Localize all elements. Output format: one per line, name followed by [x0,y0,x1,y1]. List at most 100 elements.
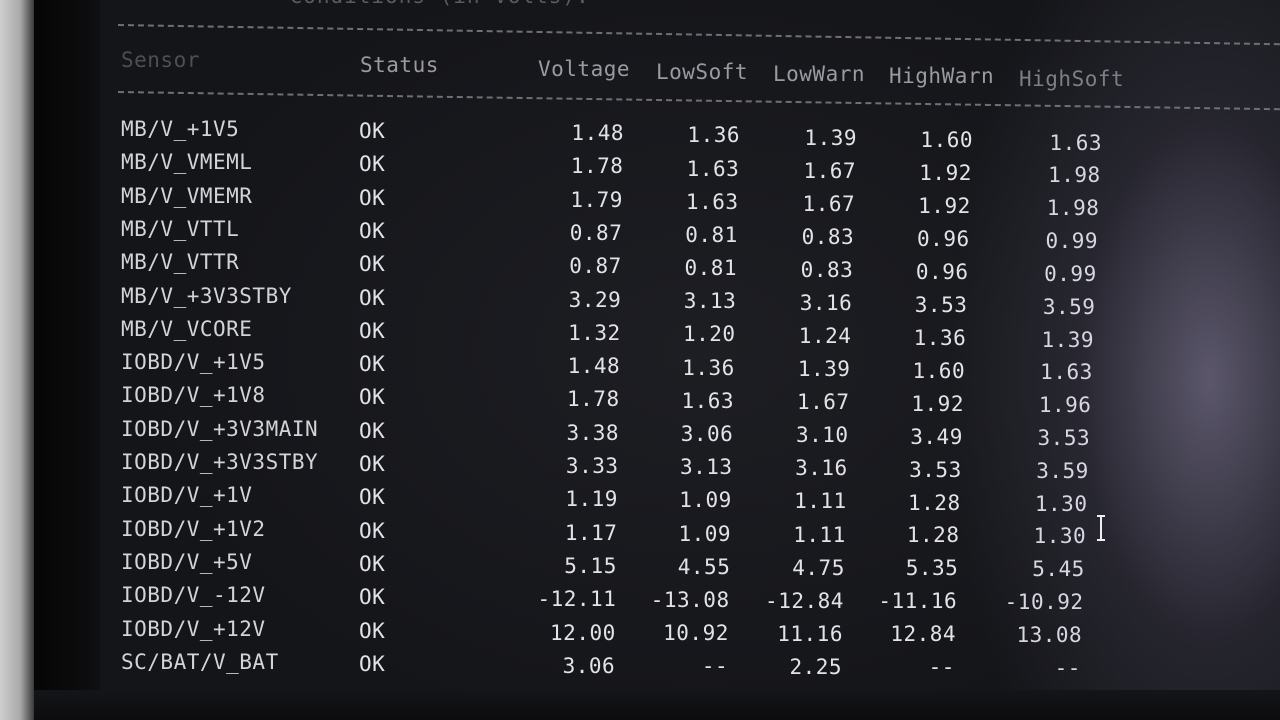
value-highsoft: 3.53 [1037,425,1091,450]
value-lowwarn: 1.39 [797,357,851,382]
value-lowsoft: 10.92 [663,621,729,646]
sensor-status: OK [359,618,386,643]
sensor-status: OK [359,551,386,576]
value-highwarn: 1.92 [918,194,971,219]
value-highwarn: 1.28 [906,523,960,548]
value-lowwarn: -12.84 [765,588,844,613]
value-highwarn: -- [928,655,955,680]
value-highsoft: -- [1054,655,1081,680]
sensor-status: OK [359,651,386,676]
value-highsoft: 13.08 [1016,622,1083,647]
value-lowsoft: 1.63 [685,189,739,214]
value-highsoft: 1.98 [1048,163,1101,188]
value-lowwarn: 2.25 [789,654,843,679]
value-lowwarn: 3.16 [799,291,853,316]
sensor-name: IOBD/V_+3V3MAIN [121,416,319,441]
sensor-status: OK [359,518,386,543]
value-voltage: 0.87 [569,220,623,245]
value-highwarn: 1.60 [912,358,966,383]
value-lowsoft: 0.81 [685,222,738,247]
monitor-bezel-left [0,0,34,720]
value-highwarn: 1.36 [913,325,967,350]
value-lowwarn: 1.67 [796,390,850,415]
value-lowwarn: 0.83 [801,224,855,249]
value-highsoft: 1.96 [1038,393,1092,418]
sensor-name: MB/V_+3V3STBY [121,283,292,308]
value-lowwarn: 11.16 [777,621,843,646]
sensor-name: IOBD/V_+1V [121,483,253,508]
value-lowwarn: 3.16 [795,456,848,481]
sensor-status: OK [359,152,386,177]
sensor-status: OK [359,585,386,610]
header-highsoft: HighSoft [1019,67,1125,91]
value-highwarn: -11.16 [878,589,958,614]
value-highsoft: 1.30 [1034,491,1088,516]
sensor-status: OK [359,185,386,210]
value-lowsoft: 3.13 [683,289,737,314]
value-lowsoft: 4.55 [677,554,731,579]
value-highwarn: 1.60 [920,128,973,153]
sensor-status: OK [359,485,386,510]
value-voltage: 1.79 [570,187,623,212]
value-voltage: 0.87 [569,254,622,279]
value-voltage: 12.00 [550,620,616,645]
value-voltage: 5.15 [564,553,617,578]
value-lowwarn: 1.39 [804,125,857,150]
sensor-status: OK [359,385,386,410]
value-lowsoft: 1.63 [686,156,740,181]
value-voltage: 1.78 [567,387,620,412]
value-lowsoft: 0.81 [684,256,738,281]
sensor-name: IOBD/V_+1V2 [121,516,266,541]
value-lowwarn: 1.11 [794,489,847,514]
sensor-status: OK [359,119,386,143]
value-highsoft: 5.45 [1032,557,1085,582]
value-lowsoft: 1.20 [682,322,736,347]
sensor-name: IOBD/V_+12V [121,616,266,641]
sensor-status: OK [359,418,386,443]
sensor-name: IOBD/V_+5V [121,549,253,574]
value-highwarn: 1.92 [911,391,964,416]
value-highsoft: 3.59 [1042,294,1096,319]
value-lowsoft: 1.09 [679,488,732,513]
value-lowsoft: 1.36 [682,355,735,380]
sensor-status: OK [359,318,386,343]
sensor-name: MB/V_VCORE [121,316,253,341]
value-lowsoft: 3.06 [680,422,734,447]
value-highsoft: 1.30 [1033,524,1087,549]
value-lowwarn: 4.75 [792,555,845,580]
sensor-name: MB/V_+1V5 [121,117,240,141]
value-lowsoft: 1.63 [681,388,735,413]
sensor-name: IOBD/V_+3V3STBY [121,450,319,474]
sensor-name: SC/BAT/V_BAT [121,649,279,674]
monitor-bezel-bottom [34,690,1280,720]
sensor-name: MB/V_VTTR [121,250,240,275]
value-voltage: 3.06 [562,653,616,678]
value-voltage: 1.78 [570,154,624,179]
value-voltage: 1.48 [571,121,624,145]
value-lowsoft: 1.09 [678,521,732,546]
value-lowwarn: 1.67 [802,191,856,216]
value-highsoft: 1.98 [1046,196,1100,221]
header-lowsoft: LowSoft [656,60,749,84]
header-status: Status [360,53,439,77]
header-lowwarn: LowWarn [773,62,866,86]
value-highsoft: 1.63 [1040,360,1093,385]
sensor-status: OK [359,218,386,243]
value-highwarn: 12.84 [890,622,957,647]
value-voltage: 3.33 [565,454,619,478]
value-voltage: 3.29 [568,287,622,312]
sensor-name: MB/V_VMEML [121,150,253,175]
sensor-name: MB/V_VMEMR [121,183,253,208]
value-voltage: 1.19 [565,487,618,512]
value-highwarn: 1.92 [919,161,972,186]
value-highsoft: 0.99 [1044,261,1097,286]
sensor-name: IOBD/V_-12V [121,583,266,608]
sensor-status: OK [359,352,386,377]
value-highsoft: 0.99 [1045,229,1099,254]
sensor-name: IOBD/V_+1V5 [121,350,266,375]
value-highwarn: 3.53 [909,457,962,482]
value-highwarn: 3.53 [914,292,968,317]
value-lowwarn: 1.24 [798,324,852,349]
value-highsoft: 1.63 [1049,130,1102,155]
value-highwarn: 3.49 [910,424,963,449]
